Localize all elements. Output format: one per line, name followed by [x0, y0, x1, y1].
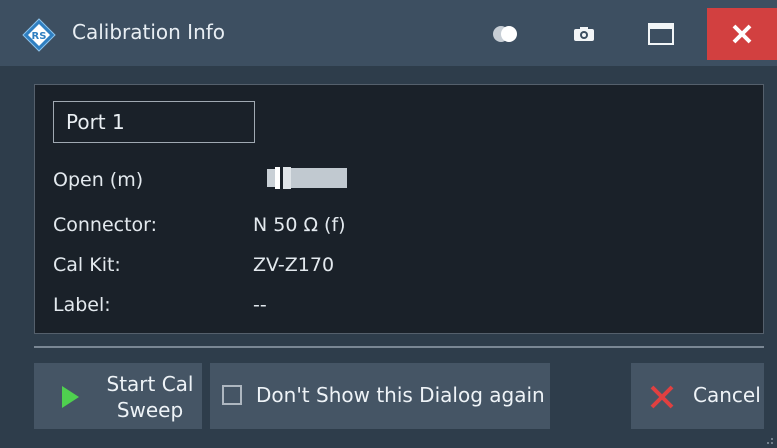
connector-value: N 50 Ω (f) — [253, 214, 346, 236]
label-value: -- — [253, 294, 267, 316]
open-connector-icon — [267, 167, 347, 189]
start-cal-sweep-label: Start Cal Sweep — [106, 372, 194, 422]
label-label: Label: — [53, 294, 111, 316]
maximize-button[interactable] — [626, 8, 696, 60]
start-cal-sweep-button[interactable]: Start Cal Sweep — [34, 363, 202, 429]
window-title: Calibration Info — [72, 20, 226, 44]
close-button[interactable] — [707, 8, 777, 60]
cancel-label: Cancel — [693, 383, 761, 407]
cal-kit-value: ZV-Z170 — [253, 254, 335, 276]
resize-grip-icon[interactable] — [762, 433, 774, 445]
separator — [34, 346, 764, 348]
calibration-info-panel: Port 1 Open (m) Connector: N 50 Ω (f) Ca… — [34, 84, 764, 334]
title-bar[interactable]: RS Calibration Info — [0, 0, 777, 66]
svg-text:RS: RS — [32, 31, 47, 42]
standard-label: Open (m) — [53, 169, 144, 191]
transparency-toggle-button[interactable] — [478, 8, 534, 60]
calibration-info-dialog: RS Calibration Info Port 1 Open (m) Conn… — [0, 0, 777, 448]
screenshot-button[interactable] — [558, 8, 610, 60]
dont-show-again-checkbox[interactable]: Don't Show this Dialog again — [210, 363, 550, 429]
connector-label: Connector: — [53, 214, 158, 236]
maximize-icon — [648, 23, 674, 45]
rohde-schwarz-logo-icon: RS — [22, 18, 56, 52]
close-icon — [732, 24, 752, 44]
checkbox-box[interactable] — [222, 385, 242, 405]
cancel-button[interactable]: Cancel — [631, 363, 764, 429]
toggle-icon — [493, 26, 517, 42]
port-field: Port 1 — [53, 101, 255, 143]
cal-kit-label: Cal Kit: — [53, 254, 121, 276]
play-icon — [62, 386, 79, 408]
cancel-x-icon — [650, 385, 674, 409]
camera-icon — [574, 27, 594, 41]
dont-show-again-label: Don't Show this Dialog again — [256, 383, 545, 407]
